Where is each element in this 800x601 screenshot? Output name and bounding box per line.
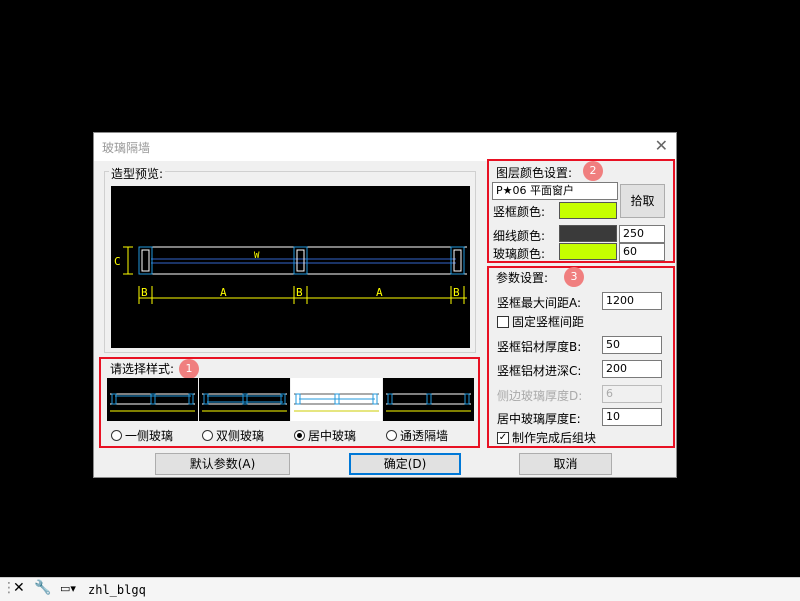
param-section-badge: 3 (564, 267, 584, 287)
depth-field[interactable]: 200 (602, 360, 662, 378)
radio-through-label: 通透隔墙 (400, 429, 449, 443)
dim-c-label: C (114, 255, 121, 268)
pick-button[interactable]: 拾取 (620, 184, 665, 218)
preview-label: 造型预览: (109, 165, 166, 182)
layer-name-field[interactable]: P★06 平面窗户 (492, 182, 618, 200)
max-spacing-field[interactable]: 1200 (602, 292, 662, 310)
radio-through[interactable]: 通透隔墙 (386, 427, 448, 444)
close-icon[interactable]: ✕ (655, 136, 668, 155)
style-thumb-center[interactable] (291, 378, 382, 421)
command-status-bar: ⋮ ✕ 🔧 ▭▾ zhl_blgq (0, 577, 800, 601)
style-section-label: 请选择样式: (110, 362, 175, 376)
radio-two-side-circle (202, 430, 213, 441)
param-section-label: 参数设置: (496, 271, 549, 285)
group-after-box: ✓ (497, 431, 509, 444)
dialog-title: 玻璃隔墙 (102, 141, 151, 155)
title-bar: 玻璃隔墙 ✕ (94, 133, 676, 161)
command-line-text[interactable]: zhl_blgq (88, 583, 146, 597)
style-thumb-one-side-drawing (110, 393, 195, 412)
style-thumb-two-side-drawing (202, 393, 287, 412)
thickness-label: 竖框铝材厚度B: (497, 340, 582, 354)
glass-color-label: 玻璃颜色: (493, 247, 546, 261)
default-params-button[interactable]: 默认参数(A) (155, 453, 290, 475)
radio-two-side[interactable]: 双侧玻璃 (202, 427, 264, 444)
fixed-spacing-box (497, 315, 509, 328)
radio-two-side-label: 双侧玻璃 (216, 429, 265, 443)
ok-button[interactable]: 确定(D) (349, 453, 461, 475)
thickness-field[interactable]: 50 (602, 336, 662, 354)
dim-a-label-1: A (220, 286, 227, 299)
depth-label: 竖框铝材进深C: (497, 364, 582, 378)
fixed-spacing-checkbox[interactable]: 固定竖框间距 (497, 313, 584, 330)
radio-through-circle (386, 430, 397, 441)
layer-section-badge: 2 (583, 161, 603, 181)
line-color-label: 细线颜色: (493, 229, 546, 243)
side-glass-field: 6 (602, 385, 662, 403)
wrench-icon[interactable]: 🔧 (34, 580, 51, 596)
dim-b-label-2: B (296, 286, 303, 299)
radio-one-side-label: 一侧玻璃 (125, 429, 174, 443)
group-after-label: 制作完成后组块 (512, 431, 597, 445)
center-glass-label: 居中玻璃厚度E: (497, 412, 581, 426)
radio-center-label: 居中玻璃 (308, 429, 357, 443)
glass-color-swatch[interactable] (559, 243, 617, 260)
line-color-swatch[interactable] (559, 225, 617, 242)
layer-section-label: 图层颜色设置: (496, 166, 573, 180)
fixed-spacing-label: 固定竖框间距 (512, 315, 585, 329)
radio-one-side[interactable]: 一侧玻璃 (111, 427, 173, 444)
dim-b-label-3: B (453, 286, 460, 299)
radio-one-side-circle (111, 430, 122, 441)
side-glass-label: 侧边玻璃厚度D: (497, 389, 583, 403)
center-glass-field[interactable]: 10 (602, 408, 662, 426)
style-thumb-through-drawing (386, 393, 471, 412)
style-thumb-two-side[interactable] (199, 378, 290, 421)
dim-b-label-1: B (141, 286, 148, 299)
max-spacing-label: 竖框最大间距A: (497, 296, 582, 310)
radio-center[interactable]: 居中玻璃 (294, 427, 356, 444)
style-thumb-through[interactable] (383, 378, 474, 421)
command-prompt-icon[interactable]: ▭▾ (60, 582, 76, 595)
frame-color-label: 竖框颜色: (493, 205, 546, 219)
frame-color-swatch[interactable] (559, 202, 617, 219)
dim-a-label-2: A (376, 286, 383, 299)
group-after-checkbox[interactable]: ✓ 制作完成后组块 (497, 429, 596, 446)
close-command-icon[interactable]: ✕ (13, 580, 25, 596)
glass-partition-dialog: 玻璃隔墙 ✕ 造型预览: C B A B A B W 请选择样式: 1 一侧玻璃… (93, 132, 677, 478)
shape-preview: C B A B A B W (111, 186, 470, 348)
glass-color-value[interactable]: 60 (619, 243, 665, 261)
style-thumb-center-drawing (294, 393, 379, 412)
dim-w-label: W (254, 251, 260, 261)
style-thumb-one-side[interactable] (107, 378, 198, 421)
preview-drawing: C B A B A B W (114, 246, 467, 304)
cancel-button[interactable]: 取消 (519, 453, 612, 475)
style-section-badge: 1 (179, 359, 199, 379)
radio-center-circle (294, 430, 305, 441)
line-color-value[interactable]: 250 (619, 225, 665, 243)
